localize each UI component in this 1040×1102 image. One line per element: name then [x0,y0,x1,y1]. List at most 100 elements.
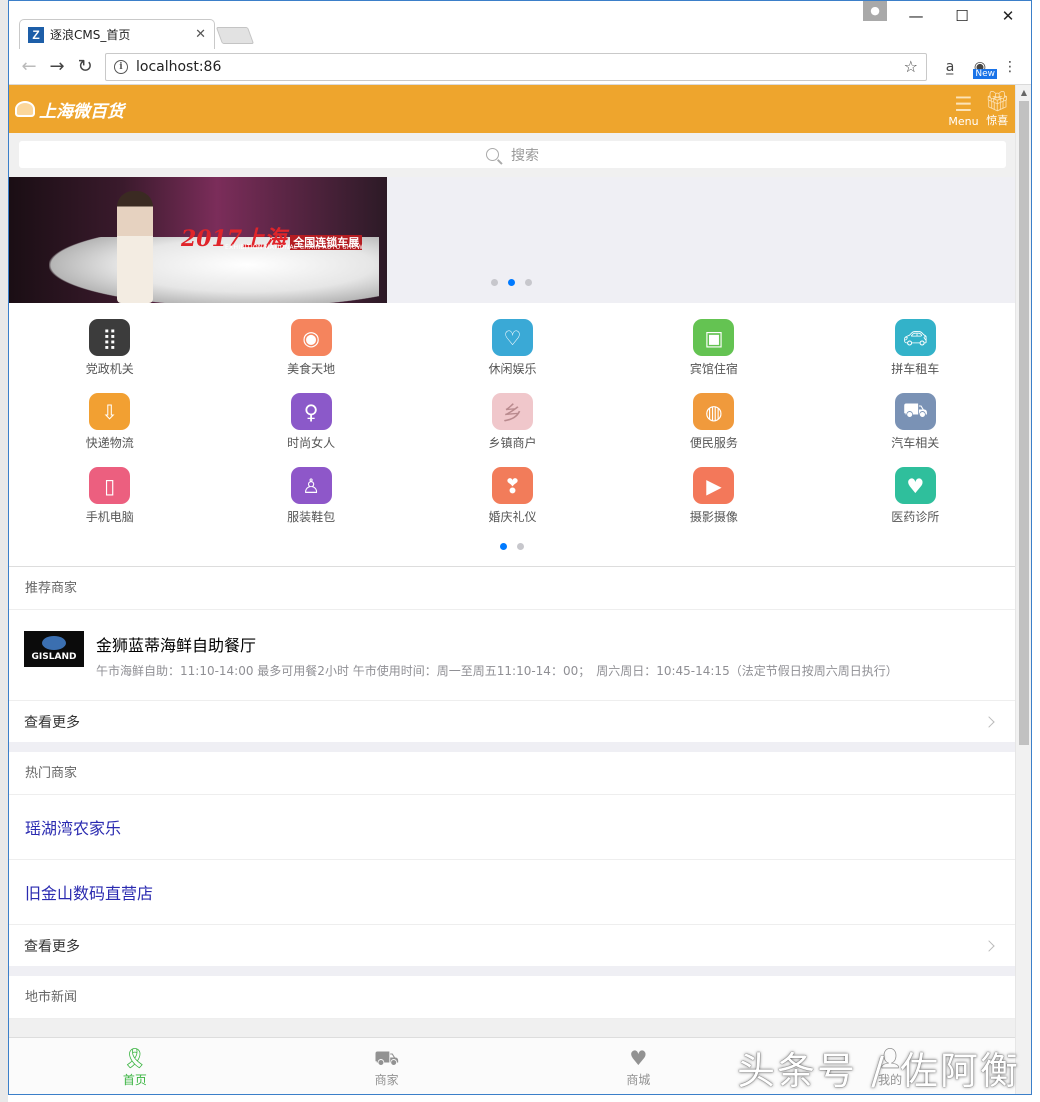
category-label: 手机电脑 [85,510,134,524]
hotel-icon: ▣ [693,319,735,356]
gift-label: 惊喜 [986,114,1009,127]
scrollbar-thumb[interactable] [1019,101,1029,745]
user-profile-icon[interactable]: ● [863,1,887,21]
category-item[interactable]: ◉ 美食天地 [210,303,411,377]
category-label: 快递物流 [85,436,134,450]
category-item[interactable]: ⇩ 快递物流 [9,377,210,451]
extension-app-icon[interactable]: ◉ New [965,53,997,81]
back-button[interactable]: ← [15,53,43,81]
gift-button[interactable]: 🎁︎ 惊喜 [985,90,1010,128]
hot-more-label: 查看更多 [24,938,80,955]
recommended-more-label: 查看更多 [24,714,80,731]
category-item[interactable]: 乡乡镇商户 [412,377,613,451]
forward-button[interactable]: → [43,53,71,81]
heart-icon: ♥ [894,467,936,504]
address-bar[interactable]: i localhost:86 ☆ [105,52,927,81]
truck-icon: ⛟ [374,1045,400,1070]
globe-hands-icon: ◍ [693,393,735,430]
url-text[interactable]: localhost:86 [136,59,904,75]
logo-mark-icon [15,101,35,117]
category-label: 医药诊所 [891,510,940,524]
banner-carousel[interactable]: 2017上海 全国连锁车展 EXHIBITION NATIONAL CHAIN A… [9,177,1016,303]
menu-label: Menu [948,115,979,128]
category-item[interactable]: ▯ 手机电脑 [9,451,210,525]
banner-image[interactable]: 2017上海 全国连锁车展 EXHIBITION NATIONAL CHAIN A… [9,177,387,303]
tab-close-icon[interactable]: ✕ [195,27,206,42]
merchant-emblem-icon [42,636,66,650]
minimize-button[interactable]: — [893,1,939,31]
site-header: 上海微百货 ☰ Menu 🎁︎ 惊喜 [9,85,1016,133]
car-front-icon: ⛟ [894,393,936,430]
hot-merchant-item[interactable]: 瑶湖湾农家乐 [9,795,1016,860]
category-label: 婚庆礼仪 [488,510,537,524]
category-item[interactable]: ⛟ 汽车相关 [815,377,1016,451]
maximize-button[interactable]: ☐ [939,1,985,31]
tab-item[interactable]: 🎗︎ 首页 [9,1038,261,1094]
new-tab-button[interactable] [215,27,255,44]
search-input[interactable]: 搜索 [19,141,1006,168]
tab-item[interactable]: ♥ 商城 [513,1038,765,1094]
section-gap [9,966,1016,976]
phone-icon: ▯ [89,467,131,504]
category-item[interactable]: ▣ 宾馆住宿 [613,303,814,377]
banner-subtitle: EXHIBITION NATIONAL CHAIN AUTO SHOW [225,244,363,251]
extension-new-badge: New [973,68,997,79]
recommended-panel: 推荐商家 GISLAND 金狮蓝蒂海鲜自助餐厅 午市海鲜自助：11:10-14:… [9,567,1016,742]
pagination-dot[interactable] [508,279,515,286]
balloon-hearts-icon: ♡ [491,319,533,356]
woman-icon: ♀ [290,393,332,430]
dots-grid-icon: ⣿ [89,319,131,356]
chevron-right-icon [983,939,995,952]
watermark-text: 头条号 / 佐阿衡 [737,1049,1020,1093]
menu-button[interactable]: ☰ Menu [948,93,978,128]
pagination-dot[interactable] [525,279,532,286]
hot-merchant-item[interactable]: 旧金山数码直营店 [9,860,1016,925]
search-area: 搜索 [9,133,1016,177]
category-item[interactable]: ♀ 时尚女人 [210,377,411,451]
search-icon [486,148,499,161]
category-label: 摄影摄像 [689,510,738,524]
category-pagination [500,543,524,550]
category-item[interactable]: ▶ 摄影摄像 [613,451,814,525]
category-grid: ⣿ 党政机关 ◉ 美食天地 ♡ 休闲娱乐 ▣ 宾馆住宿 🚗︎ 拼车租车 ⇩ 快递物流 ♀ 时尚女人 乡乡镇商… [9,303,1016,525]
bookmark-star-icon[interactable]: ☆ [904,57,918,76]
love-bubble-icon: ❣ [491,467,533,504]
browser-menu-icon[interactable]: ⋮ [995,53,1025,81]
category-label: 拼车租车 [891,362,940,376]
category-item[interactable]: ♙ 服装鞋包 [210,451,411,525]
close-button[interactable]: ✕ [985,1,1031,31]
pagination-dot[interactable] [500,543,507,550]
news-panel: 地市新闻 [9,976,1016,1019]
merchant-logo: GISLAND [24,631,84,667]
tab-item[interactable]: ⛟ 商家 [261,1038,513,1094]
category-item[interactable]: ♥ 医药诊所 [815,451,1016,525]
tab-label: 商城 [626,1072,651,1087]
site-info-icon[interactable]: i [114,59,128,74]
category-item[interactable]: ◍ 便民服务 [613,377,814,451]
page-scrollbar[interactable]: ▲ [1015,85,1031,1094]
category-item[interactable]: ❣ 婚庆礼仪 [412,451,613,525]
hot-more-link[interactable]: 查看更多 [9,925,1016,966]
category-item[interactable]: ♡ 休闲娱乐 [412,303,613,377]
merchant-item[interactable]: GISLAND 金狮蓝蒂海鲜自助餐厅 午市海鲜自助：11:10-14:00 最多… [9,610,1016,701]
merchant-info: 金狮蓝蒂海鲜自助餐厅 午市海鲜自助：11:10-14:00 最多可用餐2小时 午… [96,632,898,679]
extension-translate-icon[interactable]: a̲ [935,53,965,81]
pagination-dot[interactable] [517,543,524,550]
category-label: 宾馆住宿 [689,362,738,376]
reload-button[interactable]: ↻ [71,53,99,81]
site-logo[interactable]: 上海微百货 [15,97,124,122]
search-placeholder: 搜索 [511,147,539,164]
category-item[interactable]: 🚗︎ 拼车租车 [815,303,1016,377]
scroll-up-arrow-icon[interactable]: ▲ [1016,85,1031,101]
pagination-dot[interactable] [491,279,498,286]
hamburger-icon: ☰ [954,92,973,116]
news-title: 地市新闻 [9,976,1016,1019]
merchant-logo-text: GISLAND [31,652,77,662]
category-item[interactable]: ⣿ 党政机关 [9,303,210,377]
recommended-more-link[interactable]: 查看更多 [9,701,1016,742]
cart-icon: ⇩ [89,393,131,430]
browser-tab[interactable]: Z 逐浪CMS_首页 ✕ [19,19,215,49]
merchant-name[interactable]: 金狮蓝蒂海鲜自助餐厅 [96,632,898,656]
category-label: 乡镇商户 [488,436,537,450]
dress-icon: ♙ [290,467,332,504]
